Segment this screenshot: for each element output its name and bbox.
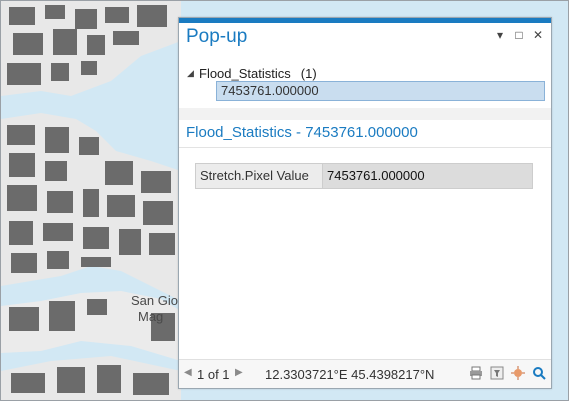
attribute-row: Stretch.Pixel Value 7453761.000000 [195, 163, 533, 189]
paging-text: 1 of 1 [197, 367, 230, 382]
attribute-field: Stretch.Pixel Value [196, 164, 323, 188]
filter-icon[interactable] [489, 365, 505, 381]
zoom-to-icon[interactable] [531, 365, 547, 381]
flash-icon[interactable] [510, 365, 526, 381]
next-feature-icon[interactable]: ▶ [235, 367, 243, 378]
collapse-triangle-icon[interactable]: ◢ [187, 68, 199, 79]
window-controls: ▾ □ ✕ [493, 28, 545, 42]
app-frame: San Gio Mag Pop-up ▾ □ ✕ ◢ Flood_Statist… [0, 0, 569, 401]
layer-count: (1) [300, 66, 317, 81]
layer-tree-node[interactable]: ◢ Flood_Statistics (1) [187, 66, 317, 81]
previous-feature-icon[interactable]: ◀ [184, 367, 192, 378]
section-separator [179, 108, 551, 120]
maximize-icon[interactable]: □ [512, 28, 526, 42]
pane-accent-bar [179, 18, 551, 23]
footer-tools [468, 365, 547, 381]
coordinates-text: 12.3303721°E 45.4398217°N [265, 367, 435, 382]
dropdown-icon[interactable]: ▾ [493, 28, 507, 42]
attribute-value: 7453761.000000 [323, 164, 532, 188]
pane-title: Pop-up [186, 26, 248, 47]
selected-feature-item[interactable]: 7453761.000000 [216, 81, 545, 101]
feature-title: Flood_Statistics - 7453761.000000 [186, 124, 418, 141]
layer-name: Flood_Statistics [199, 66, 291, 81]
divider [179, 147, 551, 148]
pane-footer: ◀ 1 of 1 ▶ 12.3303721°E 45.4398217°N [179, 359, 551, 388]
map-label-2: Mag [138, 309, 163, 324]
map-label-1: San Gio [131, 293, 178, 308]
close-icon[interactable]: ✕ [531, 28, 545, 42]
print-icon[interactable] [468, 365, 484, 381]
popup-pane: Pop-up ▾ □ ✕ ◢ Flood_Statistics (1) 7453… [178, 17, 552, 389]
